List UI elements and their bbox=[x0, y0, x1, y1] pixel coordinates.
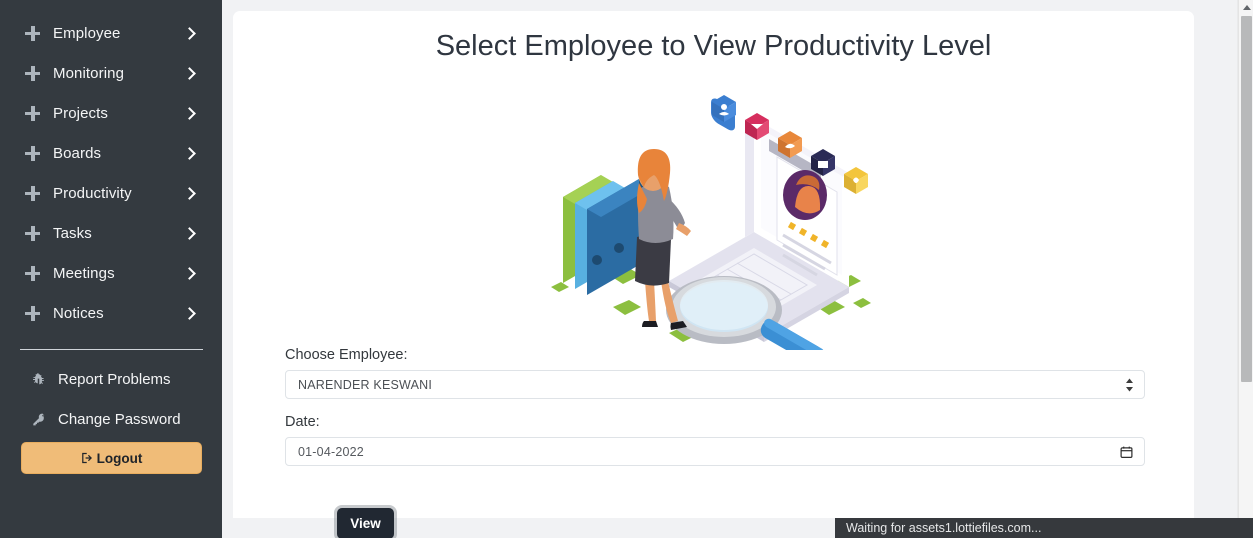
sidebar-item-label: Meetings bbox=[53, 264, 115, 282]
chevron-right-icon bbox=[184, 28, 194, 38]
calendar-icon[interactable] bbox=[1120, 445, 1133, 458]
sidebar-divider bbox=[20, 349, 203, 350]
productivity-form: Choose Employee: NARENDER KESWANI Date: … bbox=[285, 347, 1145, 538]
bug-icon bbox=[30, 371, 47, 388]
chevron-right-icon bbox=[184, 228, 194, 238]
select-arrows-icon bbox=[1125, 378, 1134, 391]
status-bar: Waiting for assets1.lottiefiles.com... bbox=[835, 518, 1253, 538]
employee-select-value: NARENDER KESWANI bbox=[298, 377, 433, 392]
employee-productivity-illustration bbox=[549, 85, 879, 350]
sidebar-item-employee[interactable]: Employee bbox=[0, 13, 222, 53]
sidebar-item-tasks[interactable]: Tasks bbox=[0, 213, 222, 253]
sidebar-item-label: Projects bbox=[53, 104, 108, 122]
field-spacer bbox=[285, 399, 1145, 414]
logout-button[interactable]: Logout bbox=[20, 442, 202, 474]
app-root: Employee Monitoring Projects Boards Prod… bbox=[0, 0, 1253, 538]
sidebar: Employee Monitoring Projects Boards Prod… bbox=[0, 0, 222, 538]
plus-icon bbox=[25, 145, 40, 161]
plus-icon bbox=[25, 265, 40, 281]
chevron-right-icon bbox=[184, 188, 194, 198]
chevron-right-icon bbox=[184, 268, 194, 278]
scrollbar-thumb[interactable] bbox=[1241, 16, 1252, 382]
sidebar-item-change-password[interactable]: Change Password bbox=[0, 399, 222, 439]
sidebar-item-report-problems[interactable]: Report Problems bbox=[0, 359, 222, 399]
sidebar-item-label: Employee bbox=[53, 24, 121, 42]
sidebar-item-notices[interactable]: Notices bbox=[0, 293, 222, 333]
chevron-right-icon bbox=[184, 308, 194, 318]
sidebar-item-productivity[interactable]: Productivity bbox=[0, 173, 222, 213]
sidebar-item-monitoring[interactable]: Monitoring bbox=[0, 53, 222, 93]
date-field-label: Date: bbox=[285, 414, 320, 430]
chevron-right-icon bbox=[184, 68, 194, 78]
sidebar-item-label: Report Problems bbox=[58, 370, 171, 388]
sidebar-item-label: Boards bbox=[53, 144, 102, 162]
sidebar-item-label: Change Password bbox=[58, 410, 181, 428]
sign-out-icon bbox=[80, 451, 94, 465]
employee-field-label: Choose Employee: bbox=[285, 347, 408, 363]
sidebar-item-label: Notices bbox=[53, 304, 104, 322]
sidebar-item-label: Monitoring bbox=[53, 64, 125, 82]
plus-icon bbox=[25, 25, 40, 41]
plus-icon bbox=[25, 305, 40, 321]
view-button[interactable]: View bbox=[337, 508, 394, 538]
key-icon bbox=[30, 411, 47, 428]
content-card: Select Employee to View Productivity Lev… bbox=[233, 11, 1194, 538]
logout-button-label: Logout bbox=[96, 450, 143, 466]
date-input[interactable]: 01-04-2022 bbox=[285, 437, 1145, 466]
chevron-right-icon bbox=[184, 108, 194, 118]
plus-icon bbox=[25, 185, 40, 201]
sidebar-item-projects[interactable]: Projects bbox=[0, 93, 222, 133]
view-button-label: View bbox=[350, 516, 381, 531]
chevron-right-icon bbox=[184, 148, 194, 158]
page-title: Select Employee to View Productivity Lev… bbox=[435, 30, 992, 62]
sidebar-item-label: Productivity bbox=[53, 184, 132, 202]
sidebar-nav-list: Employee Monitoring Projects Boards Prod… bbox=[0, 0, 222, 333]
plus-icon bbox=[25, 225, 40, 241]
sidebar-item-boards[interactable]: Boards bbox=[0, 133, 222, 173]
plus-icon bbox=[25, 65, 40, 81]
status-bar-text: Waiting for assets1.lottiefiles.com... bbox=[846, 521, 1042, 535]
employee-select[interactable]: NARENDER KESWANI bbox=[285, 370, 1145, 399]
sidebar-item-label: Tasks bbox=[53, 224, 92, 242]
scroll-up-arrow-icon[interactable] bbox=[1239, 0, 1253, 14]
vertical-scrollbar[interactable] bbox=[1238, 0, 1253, 518]
plus-icon bbox=[25, 105, 40, 121]
sidebar-item-meetings[interactable]: Meetings bbox=[0, 253, 222, 293]
date-input-value: 01-04-2022 bbox=[298, 444, 364, 459]
